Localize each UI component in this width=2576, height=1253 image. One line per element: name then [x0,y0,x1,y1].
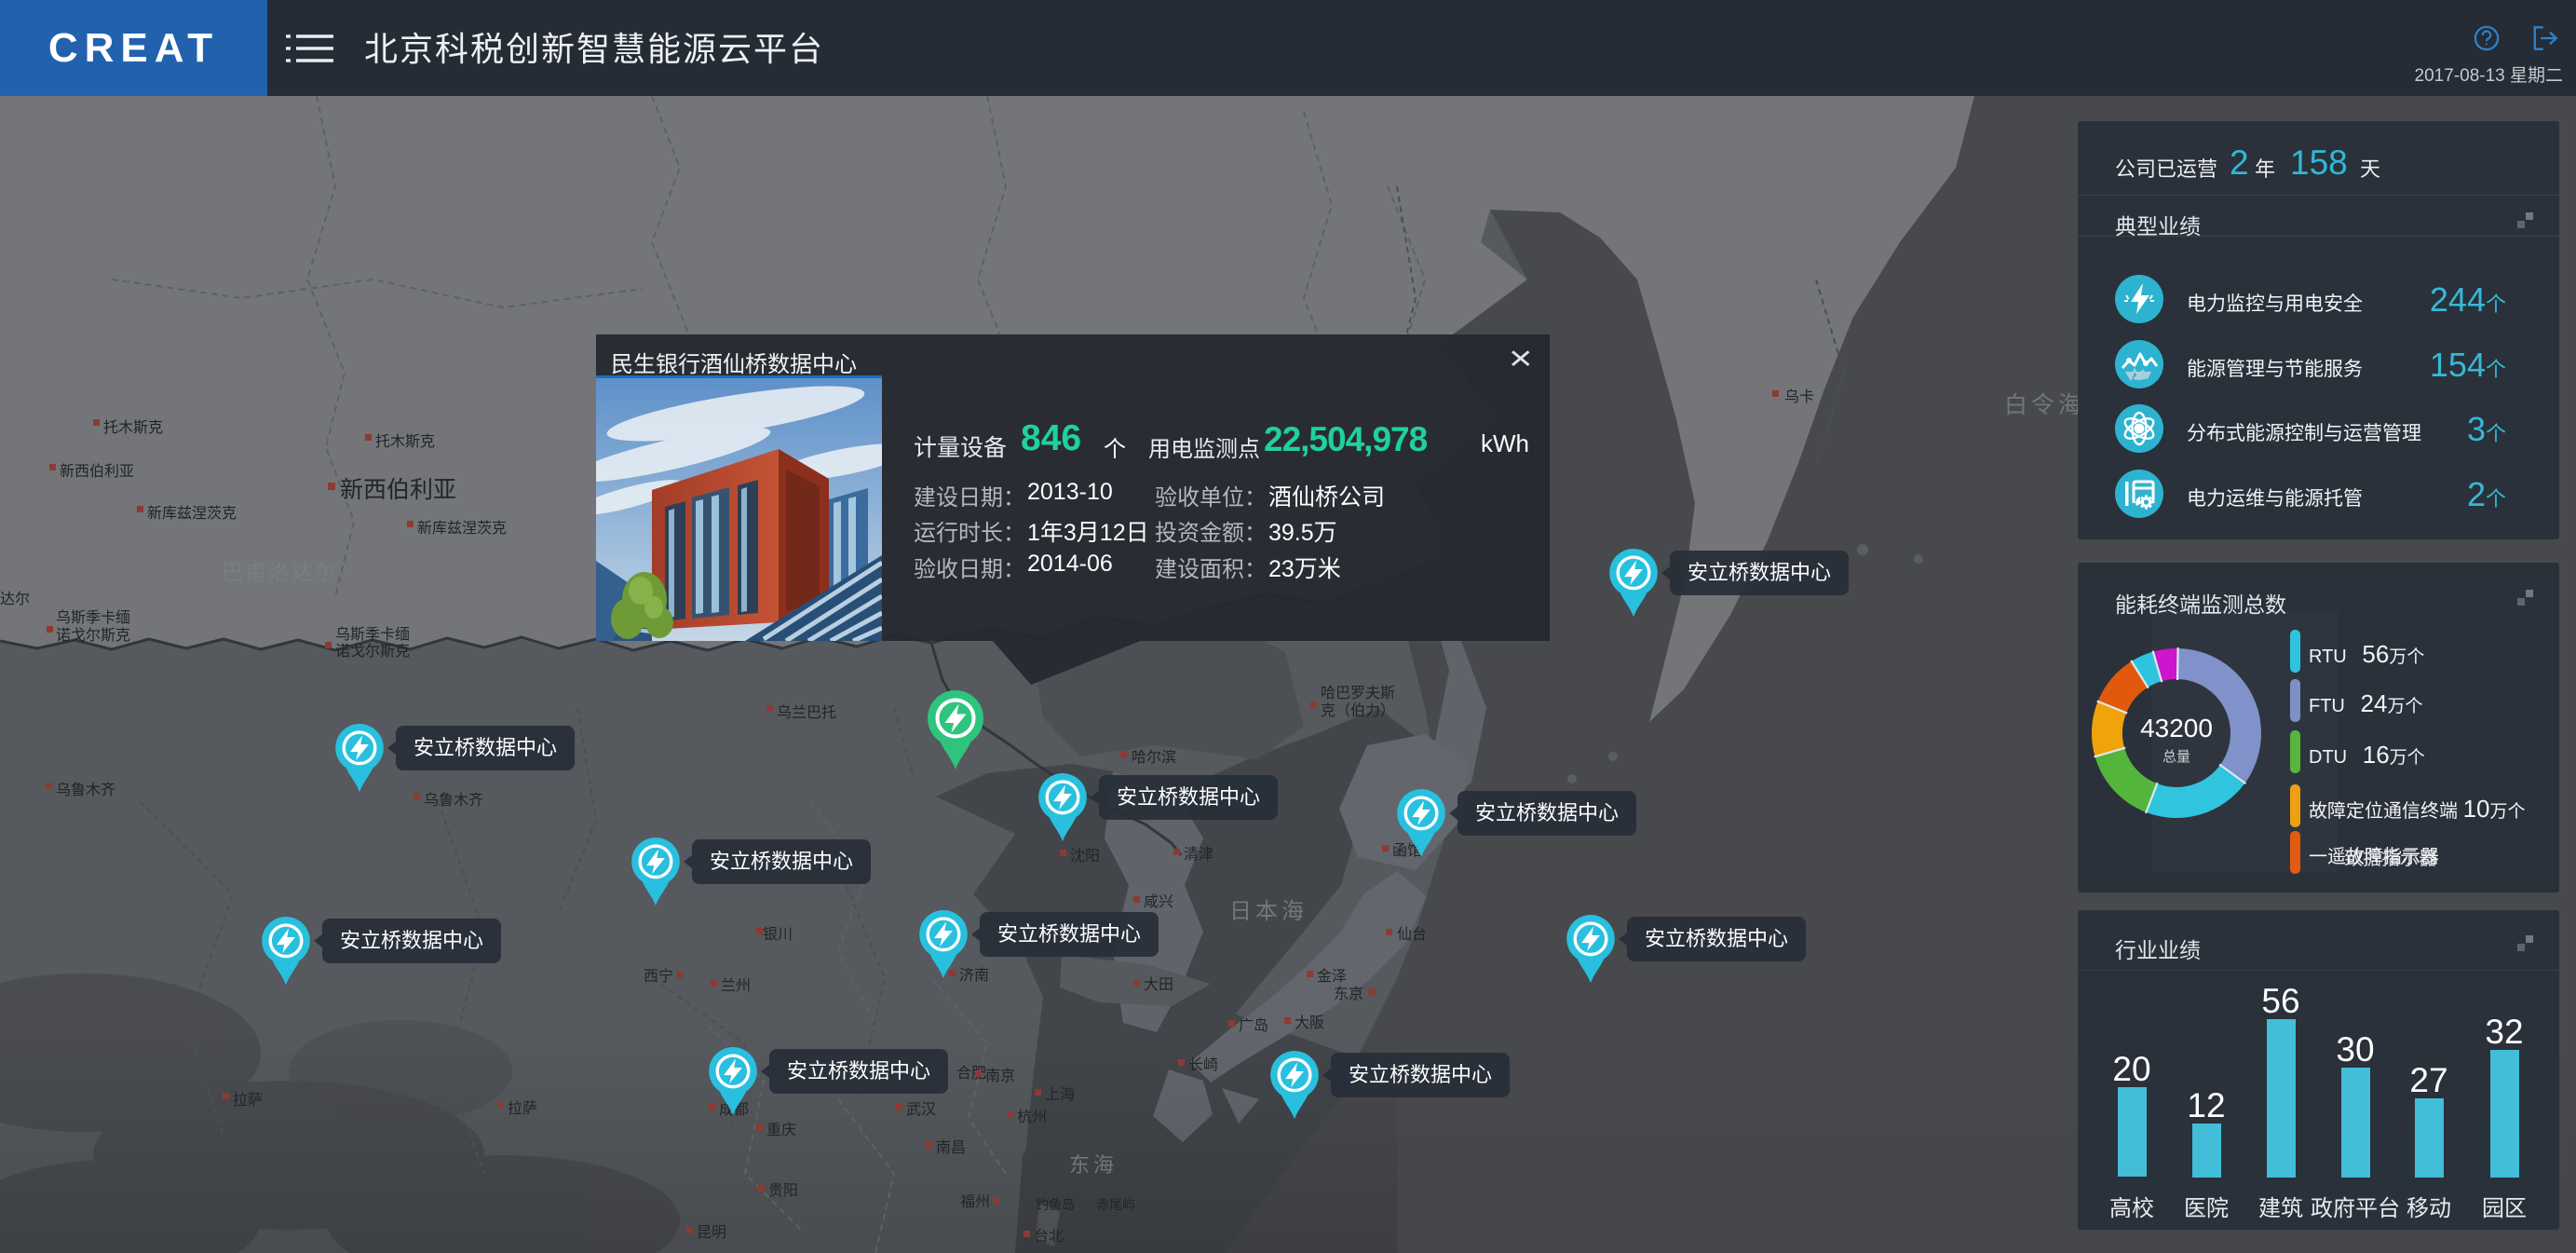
svg-text:上海: 上海 [1045,1086,1075,1103]
svg-text:哈尔滨: 哈尔滨 [1132,749,1176,766]
svg-text:乌鲁木齐: 乌鲁木齐 [56,782,115,798]
svg-text:金泽: 金泽 [1317,968,1347,985]
svg-text:南京: 南京 [985,1068,1015,1084]
svg-text:福州: 福州 [960,1193,990,1210]
svg-text:合肥: 合肥 [956,1065,986,1082]
svg-text:诺戈尔斯克: 诺戈尔斯克 [56,627,130,644]
svg-text:东海: 东海 [1069,1153,1118,1177]
svg-text:诺戈尔斯克: 诺戈尔斯克 [335,643,410,660]
svg-text:白令海: 白令海 [2004,392,2085,418]
svg-text:日本海: 日本海 [1229,899,1308,924]
svg-text:达尔: 达尔 [0,591,30,607]
svg-text:南昌: 南昌 [936,1139,966,1156]
svg-text:清津: 清津 [1184,846,1213,863]
svg-text:乌卡: 乌卡 [1784,388,1814,405]
svg-text:武汉: 武汉 [906,1101,936,1118]
svg-text:长崎: 长崎 [1188,1056,1218,1073]
svg-text:银川: 银川 [763,926,793,943]
svg-text:仙台: 仙台 [1397,926,1427,943]
svg-text:托木斯克: 托木斯克 [375,433,435,450]
svg-text:拉萨: 拉萨 [233,1092,263,1109]
svg-text:钓鱼岛: 钓鱼岛 [1036,1197,1075,1212]
svg-text:杭州: 杭州 [1017,1109,1047,1125]
svg-text:新库兹涅茨克: 新库兹涅茨克 [147,505,237,522]
svg-text:乌兰巴托: 乌兰巴托 [777,704,836,721]
svg-text:巴甫洛达尔: 巴甫洛达尔 [222,560,338,584]
svg-text:克（伯力）: 克（伯力） [1321,702,1395,719]
svg-text:赤尾屿: 赤尾屿 [1096,1197,1135,1212]
svg-text:贵阳: 贵阳 [768,1182,798,1199]
svg-text:拉萨: 拉萨 [508,1100,537,1117]
svg-text:西宁: 西宁 [644,968,673,985]
svg-text:乌斯季卡缅: 乌斯季卡缅 [56,609,130,626]
svg-text:乌斯季卡缅: 乌斯季卡缅 [335,626,410,643]
svg-text:大田: 大田 [1144,976,1173,993]
svg-text:沈阳: 沈阳 [1070,848,1100,865]
svg-text:新西伯利亚: 新西伯利亚 [340,477,456,503]
svg-text:乌鲁木齐: 乌鲁木齐 [424,792,483,809]
svg-text:台北: 台北 [1034,1228,1064,1245]
svg-text:新西伯利亚: 新西伯利亚 [60,463,134,480]
svg-text:广岛: 广岛 [1239,1017,1268,1034]
svg-text:大阪: 大阪 [1295,1015,1324,1031]
svg-text:重庆: 重庆 [766,1122,796,1138]
svg-text:咸兴: 咸兴 [1144,893,1173,910]
svg-text:托木斯克: 托木斯克 [103,419,163,436]
svg-text:哈巴罗夫斯: 哈巴罗夫斯 [1321,685,1395,701]
svg-text:昆明: 昆明 [697,1225,726,1241]
svg-text:东京: 东京 [1334,986,1363,1002]
svg-text:兰州: 兰州 [721,977,751,994]
svg-text:新库兹涅茨克: 新库兹涅茨克 [417,520,507,537]
